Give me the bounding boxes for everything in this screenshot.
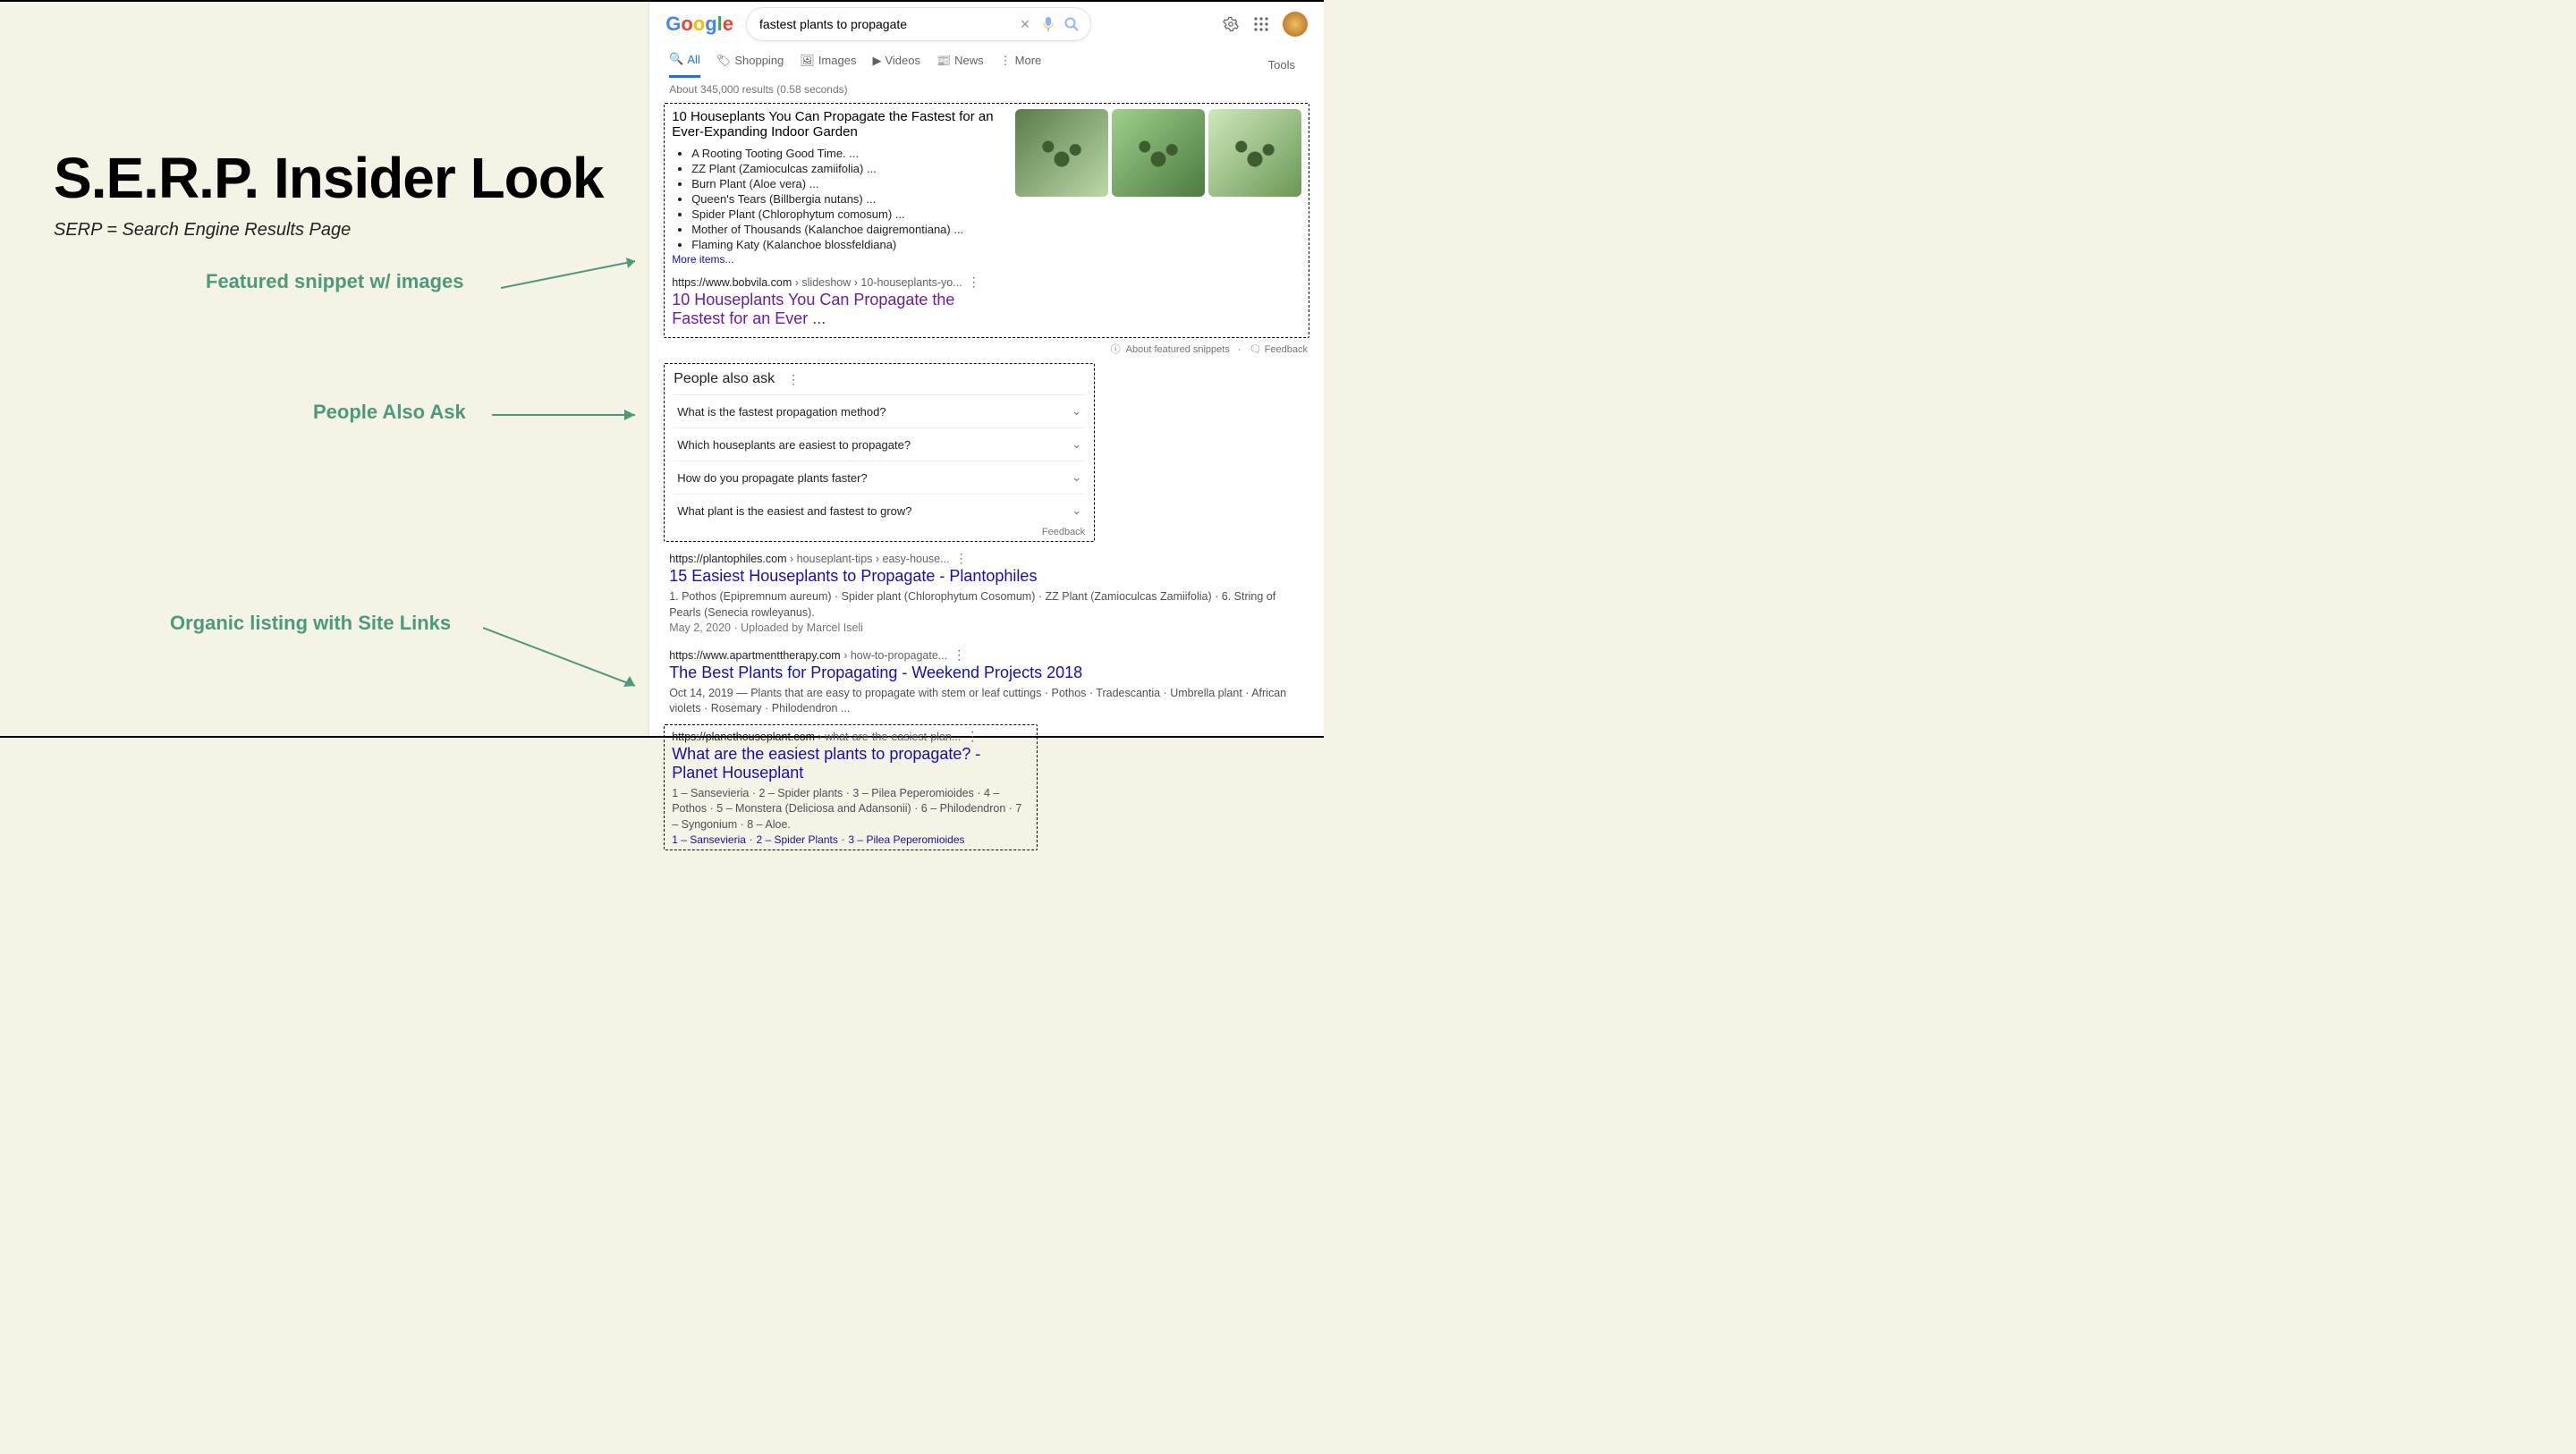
snippet-images <box>1015 109 1301 332</box>
more-dots-icon: ⋮ <box>1000 54 1012 68</box>
sitelink[interactable]: 3 – Pilea Peperomioides <box>848 833 964 846</box>
google-logo[interactable]: Google <box>665 13 733 36</box>
featured-snippet-box: 10 Houseplants You Can Propagate the Fas… <box>664 103 1309 338</box>
feedback-icon: 🗨 <box>1250 344 1262 355</box>
result-menu-icon[interactable]: ⋮ <box>968 275 980 289</box>
search-icon[interactable] <box>1063 16 1080 32</box>
about-featured-link[interactable]: About featured snippets <box>1126 344 1230 355</box>
chevron-down-icon: ⌄ <box>1072 503 1081 518</box>
result-snippet: 1 – Sansevieria · 2 – Spider plants · 3 … <box>672 786 1030 833</box>
result-snippet: 1. Pothos (Epipremnum aureum) · Spider p… <box>669 589 1304 621</box>
result-menu-icon[interactable]: ⋮ <box>955 551 968 565</box>
result-stats: About 345,000 results (0.58 seconds) <box>657 78 1317 101</box>
result-title-link[interactable]: What are the easiest plants to propagate… <box>672 745 1030 782</box>
clear-icon[interactable]: × <box>1017 16 1033 32</box>
chevron-down-icon: ⌄ <box>1072 404 1081 418</box>
list-item: Burn Plant (Aloe vera) ... <box>691 177 1006 190</box>
search-input[interactable] <box>758 16 1010 32</box>
google-serp: Google × <box>648 2 1324 736</box>
organic-result: https://www.apartmenttherapy.com › how-t… <box>657 640 1317 721</box>
result-menu-icon[interactable]: ⋮ <box>966 729 979 743</box>
page-title: S.E.R.P. Insider Look <box>54 145 648 211</box>
chevron-down-icon: ⌄ <box>1072 437 1081 452</box>
featured-snippet-title: 10 Houseplants You Can Propagate the Fas… <box>672 109 1006 139</box>
list-item: Flaming Katy (Kalanchoe blossfeldiana) <box>691 238 1006 251</box>
result-cite: https://planethouseplant.com › what-are-… <box>672 729 1030 744</box>
list-item: Mother of Thousands (Kalanchoe daigremon… <box>691 223 1006 236</box>
sitelink[interactable]: 2 – Spider Plants <box>756 833 837 846</box>
video-icon: ▶ <box>872 54 881 68</box>
paa-menu-icon[interactable]: ⋮ <box>787 372 800 387</box>
paa-question[interactable]: How do you propagate plants faster?⌄ <box>674 461 1085 494</box>
organic-result-sitelinks-box: https://planethouseplant.com › what-are-… <box>664 724 1038 851</box>
settings-icon[interactable] <box>1222 15 1240 33</box>
result-cite: https://www.bobvila.com › slideshow › 10… <box>672 275 1006 290</box>
account-avatar[interactable] <box>1283 12 1308 37</box>
label-featured-snippet: Featured snippet w/ images <box>206 270 464 293</box>
search-box[interactable]: × <box>746 7 1091 41</box>
tab-more[interactable]: ⋮More <box>1000 54 1042 77</box>
paa-question[interactable]: What is the fastest propagation method?⌄ <box>674 394 1085 427</box>
annotation-panel: S.E.R.P. Insider Look SERP = Search Engi… <box>0 2 648 736</box>
paa-title: People also ask⋮ <box>674 368 1085 394</box>
label-organic-sitelinks: Organic listing with Site Links <box>170 612 451 635</box>
search-tab-icon: 🔍 <box>669 52 683 66</box>
page-subtitle: SERP = Search Engine Results Page <box>54 220 648 241</box>
paa-question[interactable]: Which houseplants are easiest to propaga… <box>674 427 1085 461</box>
voice-icon[interactable] <box>1040 16 1056 32</box>
news-icon: 📰 <box>936 54 951 68</box>
image-icon: 🖼 <box>800 54 815 68</box>
tab-images[interactable]: 🖼Images <box>800 54 856 77</box>
tab-news[interactable]: 📰News <box>936 54 984 77</box>
result-menu-icon[interactable]: ⋮ <box>953 647 965 662</box>
result-title-link[interactable]: 15 Easiest Houseplants to Propagate - Pl… <box>669 567 1304 586</box>
result-cite: https://plantophiles.com › houseplant-ti… <box>669 551 1304 566</box>
more-items-link[interactable]: More items... <box>672 253 1006 266</box>
result-meta: May 2, 2020 · Uploaded by Marcel Iseli <box>669 621 1304 637</box>
search-tabs: 🔍All 🏷Shopping 🖼Images ▶Videos 📰News ⋮Mo… <box>657 41 1317 78</box>
arrow-paa <box>492 402 653 429</box>
info-icon: ⓘ <box>1111 344 1121 355</box>
about-featured-feedback: ⓘAbout featured snippets · 🗨 Feedback <box>657 340 1317 358</box>
google-header: Google × <box>657 2 1317 41</box>
people-also-ask-box: People also ask⋮ What is the fastest pro… <box>664 363 1095 542</box>
arrow-organic <box>483 619 653 699</box>
tab-all[interactable]: 🔍All <box>669 52 700 78</box>
feedback-link[interactable]: Feedback <box>1265 344 1308 355</box>
list-item: Queen's Tears (Billbergia nutans) ... <box>691 192 1006 206</box>
apps-icon[interactable] <box>1252 15 1270 33</box>
tab-videos[interactable]: ▶Videos <box>872 54 920 77</box>
tools-link[interactable]: Tools <box>1268 58 1295 72</box>
paa-feedback-link[interactable]: Feedback <box>674 527 1085 537</box>
tag-icon: 🏷 <box>716 54 732 68</box>
result-cite: https://www.apartmenttherapy.com › how-t… <box>669 647 1304 663</box>
paa-question[interactable]: What plant is the easiest and fastest to… <box>674 494 1085 527</box>
plant-image[interactable] <box>1208 109 1301 197</box>
sitelinks: 1 – Sansevieria · 2 – Spider Plants · 3 … <box>672 833 1030 846</box>
featured-snippet-list: A Rooting Tooting Good Time. ... ZZ Plan… <box>675 147 1006 251</box>
label-people-also-ask: People Also Ask <box>313 401 466 424</box>
plant-image[interactable] <box>1015 109 1108 197</box>
result-snippet: Oct 14, 2019 — Plants that are easy to p… <box>669 686 1304 717</box>
organic-result: https://plantophiles.com › houseplant-ti… <box>657 544 1317 640</box>
chevron-down-icon: ⌄ <box>1072 470 1081 485</box>
list-item: Spider Plant (Chlorophytum comosum) ... <box>691 207 1006 221</box>
list-item: ZZ Plant (Zamioculcas zamiifolia) ... <box>691 162 1006 175</box>
list-item: A Rooting Tooting Good Time. ... <box>691 147 1006 160</box>
result-title-link[interactable]: The Best Plants for Propagating - Weeken… <box>669 664 1304 682</box>
plant-image[interactable] <box>1112 109 1205 197</box>
tab-shopping[interactable]: 🏷Shopping <box>716 54 784 77</box>
arrow-featured <box>501 252 653 297</box>
sitelink[interactable]: 1 – Sansevieria <box>672 833 746 846</box>
featured-result-link[interactable]: 10 Houseplants You Can Propagate the Fas… <box>672 291 1006 328</box>
